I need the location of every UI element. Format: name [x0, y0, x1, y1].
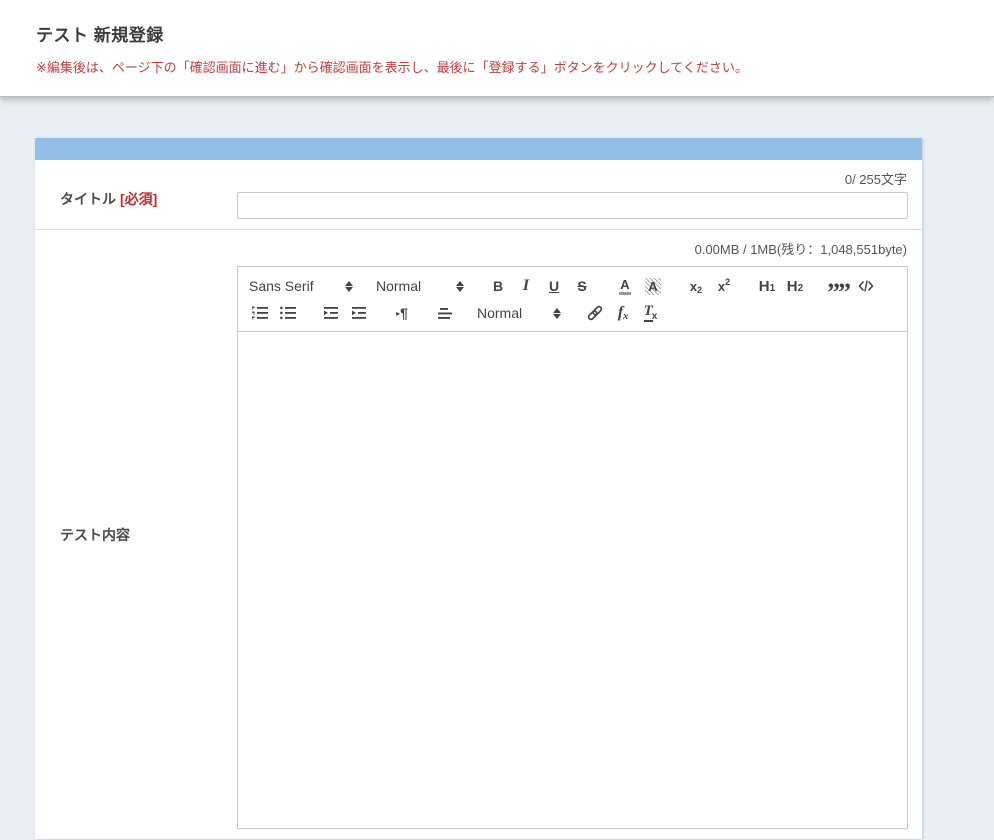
- font-picker-label: Sans Serif: [249, 278, 314, 294]
- direction-pilcrow: ¶: [400, 305, 408, 321]
- text-color-button[interactable]: A: [611, 274, 639, 298]
- bullet-list-button[interactable]: [274, 301, 302, 325]
- underline-icon: U: [549, 278, 559, 294]
- subscript-button[interactable]: x2: [682, 274, 710, 298]
- h2-mark: 2: [798, 283, 804, 294]
- h1-icon: H: [759, 278, 770, 295]
- title-input[interactable]: [237, 192, 908, 219]
- content-field-cell: 0.00MB / 1MB(残り：1,048,551byte) Sans Seri…: [237, 230, 922, 839]
- bullet-list-icon: [279, 305, 297, 321]
- required-badge: [必須]: [120, 191, 157, 207]
- ordered-list-icon: [251, 305, 269, 321]
- h2-button[interactable]: H2: [781, 274, 809, 298]
- bold-button[interactable]: B: [484, 274, 512, 298]
- content-field-label-cell: テスト内容: [35, 230, 237, 839]
- align-picker-button[interactable]: [431, 301, 459, 325]
- indent-button[interactable]: [345, 301, 373, 325]
- direction-icon: ▸: [396, 309, 400, 318]
- size-group: Normal: [474, 301, 566, 325]
- code-block-icon: [858, 279, 874, 293]
- strikethrough-button[interactable]: S: [568, 274, 596, 298]
- link-icon: [586, 304, 604, 322]
- bold-icon: B: [493, 278, 503, 294]
- content-size-counter: 0.00MB / 1MB(残り：1,048,551byte): [237, 238, 908, 262]
- background-color-button[interactable]: A: [639, 274, 667, 298]
- title-field-label: タイトル: [60, 191, 116, 207]
- clean-format-mark: x: [652, 311, 658, 322]
- content-field-row: テスト内容 0.00MB / 1MB(残り：1,048,551byte) San…: [35, 230, 922, 839]
- color-group: A A: [611, 274, 667, 298]
- main-area: タイトル[必須] 0/ 255文字 テスト内容 0.00MB / 1MB(残り：…: [0, 97, 994, 840]
- page-title: テスト 新規登録: [0, 0, 994, 46]
- text-direction-button[interactable]: ▸¶: [388, 301, 416, 325]
- insert-group: fx Tx: [581, 301, 665, 325]
- toolbar-row-2: ▸¶: [246, 301, 899, 325]
- heading-picker-label: Normal: [376, 278, 421, 294]
- content-field-label: テスト内容: [60, 525, 130, 545]
- header-buttons-group: H1 H2: [753, 274, 809, 298]
- page-header: テスト 新規登録 ※編集後は、ページ下の「確認画面に進む」から確認画面を表示し、…: [0, 0, 994, 97]
- formula-button[interactable]: fx: [609, 301, 637, 325]
- title-field-row: タイトル[必須] 0/ 255文字: [35, 160, 922, 230]
- toolbar-row-1: Sans Serif Normal: [246, 274, 899, 298]
- background-color-icon: A: [645, 278, 660, 295]
- updown-arrows-icon: [456, 281, 464, 292]
- editor-content-area[interactable]: [238, 332, 907, 828]
- size-picker-label: Normal: [477, 305, 522, 321]
- superscript-button[interactable]: x2: [710, 274, 738, 298]
- italic-button[interactable]: I: [512, 274, 540, 298]
- title-field-label-cell: タイトル[必須]: [35, 160, 237, 229]
- font-picker[interactable]: Sans Serif: [246, 274, 358, 298]
- size-picker[interactable]: Normal: [474, 301, 566, 325]
- subscript-icon: x: [690, 279, 697, 294]
- indent-group: [317, 301, 373, 325]
- h1-button[interactable]: H1: [753, 274, 781, 298]
- superscript-icon: x: [718, 279, 725, 294]
- superscript-mark: 2: [725, 277, 730, 287]
- outdent-icon: [322, 305, 340, 321]
- text-color-icon: A: [619, 278, 630, 295]
- clean-format-button[interactable]: Tx: [637, 301, 665, 325]
- h1-mark: 1: [770, 283, 776, 294]
- form-panel: タイトル[必須] 0/ 255文字 テスト内容 0.00MB / 1MB(残り：…: [35, 138, 922, 839]
- inline-style-group: B I U S: [484, 274, 596, 298]
- title-char-counter: 0/ 255文字: [237, 168, 908, 192]
- font-group: Sans Serif: [246, 274, 358, 298]
- indent-icon: [350, 305, 368, 321]
- italic-icon: I: [523, 277, 529, 295]
- title-field-cell: 0/ 255文字: [237, 160, 922, 229]
- formula-mark: x: [623, 311, 628, 322]
- panel-accent-bar: [35, 138, 922, 160]
- block-group: ””: [824, 274, 880, 298]
- h2-icon: H: [787, 278, 798, 295]
- strikethrough-icon: S: [577, 278, 586, 294]
- heading-group: Normal: [373, 274, 469, 298]
- updown-arrows-icon: [553, 308, 561, 319]
- rich-text-editor: Sans Serif Normal: [237, 266, 908, 829]
- link-button[interactable]: [581, 301, 609, 325]
- edit-warning-note: ※編集後は、ページ下の「確認画面に進む」から確認画面を表示し、最後に「登録する」…: [0, 46, 994, 76]
- align-icon: [437, 307, 453, 320]
- outdent-button[interactable]: [317, 301, 345, 325]
- updown-arrows-icon: [345, 281, 353, 292]
- ordered-list-button[interactable]: [246, 301, 274, 325]
- direction-group: ▸¶: [388, 301, 416, 325]
- heading-picker[interactable]: Normal: [373, 274, 469, 298]
- script-group: x2 x2: [682, 274, 738, 298]
- subscript-mark: 2: [697, 285, 702, 295]
- blockquote-button[interactable]: ””: [824, 274, 852, 298]
- underline-button[interactable]: U: [540, 274, 568, 298]
- editor-toolbar: Sans Serif Normal: [238, 267, 907, 332]
- code-block-button[interactable]: [852, 274, 880, 298]
- list-group: [246, 301, 302, 325]
- align-group: [431, 301, 459, 325]
